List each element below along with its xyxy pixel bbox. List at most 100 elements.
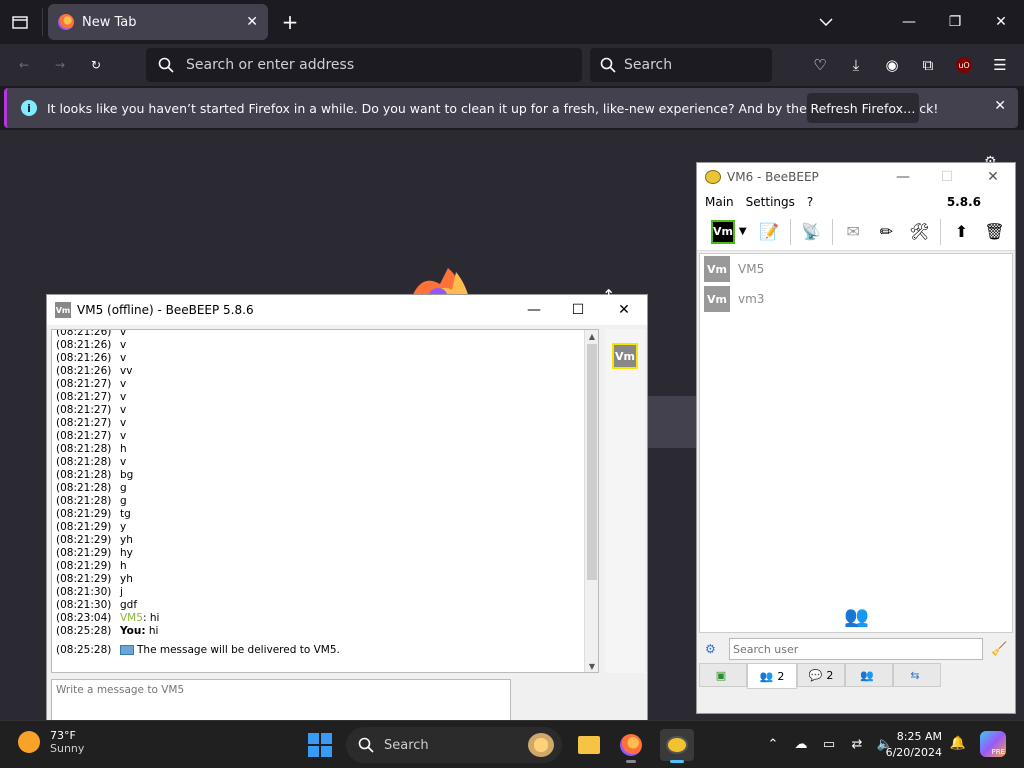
user-item[interactable]: Vm VM5 bbox=[700, 254, 1012, 284]
scroll-up-icon[interactable]: ▲ bbox=[585, 330, 598, 342]
message-timestamp: (08:21:27) bbox=[56, 391, 112, 403]
message-text: gdf bbox=[120, 599, 138, 611]
downloads-icon[interactable]: ⤓ bbox=[842, 52, 870, 78]
message-timestamp: (08:21:29) bbox=[56, 508, 112, 520]
chat-minimize-button[interactable]: — bbox=[519, 299, 549, 321]
chat-scrollbar[interactable]: ▲ ▼ bbox=[584, 330, 598, 672]
status-dropdown-icon[interactable]: ▼ bbox=[737, 219, 749, 245]
message-text: hy bbox=[120, 547, 133, 559]
firefox-taskbar-button[interactable] bbox=[614, 729, 648, 763]
scroll-down-icon[interactable]: ▼ bbox=[585, 660, 598, 672]
close-tab-icon[interactable]: ✕ bbox=[246, 14, 258, 30]
main-minimize-button[interactable]: — bbox=[883, 165, 923, 189]
search-icon bbox=[358, 737, 374, 753]
edit-icon[interactable]: ✏ bbox=[874, 219, 899, 245]
menu-settings[interactable]: Settings bbox=[746, 195, 795, 209]
vcard-icon[interactable]: 📝 bbox=[757, 219, 782, 245]
message-timestamp: (08:21:29) bbox=[56, 573, 112, 585]
message-timestamp: (08:21:28) bbox=[56, 482, 112, 494]
copilot-icon[interactable]: PRE bbox=[980, 731, 1006, 757]
menu-icon[interactable]: ☰ bbox=[986, 52, 1014, 78]
menu-main[interactable]: Main bbox=[705, 195, 734, 209]
close-notification-icon[interactable]: ✕ bbox=[994, 98, 1006, 114]
new-tab-button[interactable]: + bbox=[278, 10, 302, 34]
tab-new-tab[interactable]: New Tab ✕ bbox=[48, 4, 268, 40]
version-label: 5.8.6 bbox=[946, 195, 981, 209]
tab-share[interactable]: ⇆ bbox=[893, 663, 941, 687]
forward-button[interactable]: → bbox=[46, 52, 74, 78]
my-status-button[interactable]: Vm bbox=[711, 219, 735, 244]
chat-maximize-button[interactable]: ☐ bbox=[563, 299, 593, 321]
file-explorer-button[interactable] bbox=[572, 729, 606, 761]
chats-icon: 💬 bbox=[808, 668, 823, 682]
member-avatar[interactable]: Vm bbox=[612, 343, 638, 369]
refresh-firefox-button[interactable]: Refresh Firefox… bbox=[807, 93, 919, 123]
user-search-row: ⚙ 🧹 bbox=[699, 637, 1013, 661]
ublock-icon[interactable]: uO bbox=[956, 57, 972, 73]
tools-icon[interactable]: 🛠 bbox=[907, 219, 932, 245]
mail-icon[interactable]: ✉ bbox=[841, 219, 866, 245]
network-tray-icon[interactable]: ⇄ bbox=[846, 733, 868, 755]
refresh-notification: i It looks like you haven’t started Fire… bbox=[4, 88, 1018, 128]
message-text: vv bbox=[120, 365, 133, 377]
start-button[interactable] bbox=[308, 733, 332, 757]
chat-message: (08:21:27) v bbox=[56, 378, 584, 391]
clock[interactable]: 8:25 AM 6/20/2024 bbox=[880, 729, 942, 761]
tab-users[interactable]: 👥 2 bbox=[747, 663, 797, 689]
message-timestamp: (08:21:29) bbox=[56, 534, 112, 546]
message-text: g bbox=[120, 495, 127, 507]
chat-message: (08:21:29) hy bbox=[56, 547, 584, 560]
chat-message: (08:21:29) yh bbox=[56, 573, 584, 586]
menu-help[interactable]: ? bbox=[807, 195, 813, 209]
reload-button[interactable]: ↻ bbox=[82, 52, 110, 78]
display-icon[interactable]: ▭ bbox=[818, 733, 840, 755]
close-window-button[interactable]: ✕ bbox=[978, 0, 1024, 44]
chat-message: (08:21:28) h bbox=[56, 443, 584, 456]
chat-message: (08:21:27) v bbox=[56, 404, 584, 417]
message-input[interactable] bbox=[51, 679, 511, 723]
chat-message: (08:21:27) v bbox=[56, 391, 584, 404]
account-icon[interactable]: ◉ bbox=[878, 52, 906, 78]
url-bar[interactable] bbox=[146, 48, 582, 82]
user-item[interactable]: Vm vm3 bbox=[700, 284, 1012, 314]
main-maximize-button[interactable]: ☐ bbox=[927, 165, 967, 189]
chat-message: (08:21:30) j bbox=[56, 586, 584, 599]
chat-message: (08:21:28) g bbox=[56, 495, 584, 508]
cloud-offline-icon[interactable]: ☁ bbox=[790, 733, 812, 755]
main-close-button[interactable]: ✕ bbox=[973, 165, 1013, 189]
toolbar-icons: ♡ ⤓ ◉ ⧉ uO ☰ bbox=[806, 52, 1014, 78]
minimize-button[interactable]: — bbox=[886, 0, 932, 44]
chat-history[interactable]: (08:21:26) v (08:21:26) v (08:21:26) v (08:21:… bbox=[51, 329, 599, 673]
weather-widget[interactable]: 73°F Sunny bbox=[18, 729, 84, 755]
beebeep-taskbar-button[interactable] bbox=[660, 729, 694, 763]
main-title-bar: VM6 - BeeBEEP — ☐ ✕ bbox=[697, 163, 1015, 191]
message-timestamp: (08:21:28) bbox=[56, 456, 112, 468]
url-input[interactable] bbox=[186, 57, 486, 73]
pocket-icon[interactable]: ♡ bbox=[806, 52, 834, 78]
extensions-icon[interactable]: ⧉ bbox=[914, 52, 942, 78]
trash-icon[interactable]: 🗑 bbox=[982, 219, 1007, 245]
tab-chats[interactable]: 💬 2 bbox=[797, 663, 845, 687]
scroll-thumb[interactable] bbox=[587, 344, 597, 580]
people-icon: 👥 bbox=[844, 604, 869, 628]
search-bar[interactable] bbox=[590, 48, 772, 82]
restore-button[interactable]: ❐ bbox=[932, 0, 978, 44]
tab-groups[interactable]: 👥 bbox=[845, 663, 893, 687]
chevron-up-icon[interactable]: ⌃ bbox=[762, 733, 784, 755]
message-sender: VM5 bbox=[120, 612, 143, 624]
share-icon: ⇆ bbox=[910, 668, 920, 682]
back-button[interactable]: ← bbox=[10, 52, 38, 78]
network-icon[interactable]: 📡 bbox=[799, 219, 824, 245]
chevron-down-icon[interactable] bbox=[814, 12, 838, 32]
search-options-icon[interactable]: ⚙ bbox=[705, 642, 725, 656]
update-icon[interactable]: ⬆ bbox=[949, 219, 974, 245]
groups-icon: 👥 bbox=[860, 668, 874, 682]
notifications-bell-icon[interactable]: 🔔 bbox=[948, 733, 968, 753]
list-all-tabs-button[interactable] bbox=[8, 10, 32, 34]
taskbar-search[interactable]: Search bbox=[346, 727, 562, 763]
search-user-input[interactable] bbox=[729, 638, 983, 660]
web-search-input[interactable] bbox=[624, 57, 754, 73]
tab-title: New Tab bbox=[82, 14, 137, 30]
tab-monitor[interactable]: ▣ bbox=[699, 663, 747, 687]
clear-search-icon[interactable]: 🧹 bbox=[991, 642, 1007, 657]
